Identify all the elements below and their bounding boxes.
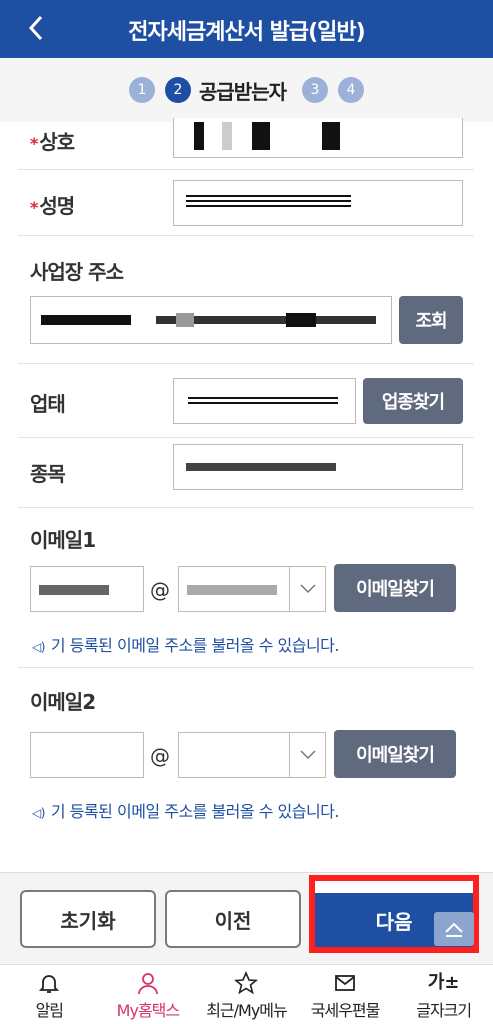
email2-domain-dropdown[interactable] [289,733,325,777]
email1-label: 이메일1 [30,528,96,552]
star-icon [234,971,259,995]
company-input[interactable] [173,118,463,158]
action-bar: 초기화 이전 다음 [0,872,493,964]
tab-alarm[interactable]: 알림 [0,965,99,1024]
step-3: 3 [302,77,328,103]
item-input[interactable] [173,444,463,490]
item-label: 종목 [30,462,66,486]
email2-row: 이메일2 @ 이메일찾기 ◁) 기 등록된 이메일 주소를 불러올 수 있습니다. [18,668,474,836]
email2-label: 이메일2 [30,690,96,714]
tab-font-size[interactable]: 가± 글자크기 [394,965,493,1024]
item-row: 종목 [18,438,474,508]
speaker-icon: ◁) [32,806,45,820]
next-button-label: 다음 [375,909,413,934]
bell-icon [39,975,60,993]
business-type-input[interactable] [173,378,356,424]
tab-my-hometax-label: My홈택스 [116,1001,180,1020]
required-mark: * [30,134,38,153]
chevron-up-icon [445,922,463,937]
email1-search-button[interactable]: 이메일찾기 [334,564,456,612]
step-4: 4 [338,77,364,103]
step-indicator: 1 2 공급받는자 3 4 [0,58,493,122]
address-input[interactable] [30,296,392,344]
person-icon [137,973,158,995]
company-label: * 상호 [30,130,75,154]
bottom-tab-bar: 알림 My홈택스 최근/My메뉴 국세우편물 가± 글자크기 [0,964,493,1024]
email2-domain-select[interactable] [178,732,326,778]
name-input[interactable] [173,180,463,226]
email1-at: @ [150,578,170,602]
mail-icon [335,975,355,991]
email1-hint: ◁) 기 등록된 이메일 주소를 불러올 수 있습니다. [32,636,339,655]
representative-row: * 성명 [18,170,474,236]
app-header: 전자세금계산서 발급(일반) [0,0,493,58]
business-type-label: 업태 [30,392,66,416]
font-size-icon: 가± [427,972,460,993]
email1-domain-dropdown[interactable] [289,567,325,611]
prev-button[interactable]: 이전 [165,890,301,948]
address-search-button[interactable]: 조회 [399,296,463,344]
address-label: 사업장 주소 [30,260,124,284]
tab-my-hometax[interactable]: My홈택스 [99,965,198,1024]
chevron-down-icon [299,750,316,760]
email2-search-button[interactable]: 이메일찾기 [334,730,456,778]
step-2-label: 공급받는자 [199,79,287,104]
email2-id-input[interactable] [30,732,144,778]
tab-tax-mail-label: 국세우편물 [310,1001,381,1020]
speaker-icon: ◁) [32,640,45,654]
step-2: 2 [165,77,191,103]
email2-hint: ◁) 기 등록된 이메일 주소를 불러올 수 있습니다. [32,802,339,821]
reset-button[interactable]: 초기화 [20,890,156,948]
email1-row: 이메일1 @ 이메일찾기 ◁) 기 등록된 이메일 주소를 불러올 수 있습니다. [18,508,474,668]
scroll-top-button[interactable] [434,912,474,946]
tab-alarm-label: 알림 [35,1001,64,1020]
business-type-search-button[interactable]: 업종찾기 [363,378,463,424]
page-title: 전자세금계산서 발급(일반) [128,20,365,45]
business-type-row: 업태 업종찾기 [18,364,474,438]
chevron-down-icon [299,584,316,594]
tab-tax-mail[interactable]: 국세우편물 [296,965,395,1024]
name-label: * 성명 [30,194,75,218]
email2-at: @ [150,744,170,768]
address-row: 사업장 주소 조회 [18,236,474,364]
email1-id-input[interactable] [30,566,144,612]
step-1: 1 [129,77,155,103]
company-row: * 상호 [18,118,474,170]
tab-recent-my-menu-label: 최근/My메뉴 [206,1001,288,1020]
tab-recent-my-menu[interactable]: 최근/My메뉴 [197,965,296,1024]
tab-font-size-label: 글자크기 [416,1001,472,1020]
email1-domain-select[interactable] [178,566,326,612]
